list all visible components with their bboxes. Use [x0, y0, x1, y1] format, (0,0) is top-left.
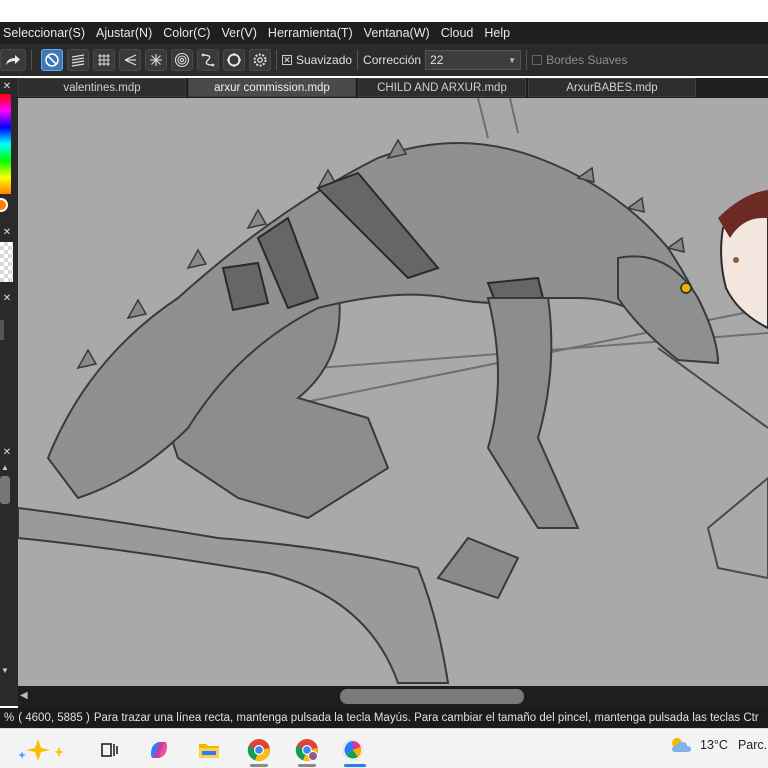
color-spectrum[interactable] — [0, 94, 11, 194]
running-indicator — [250, 764, 268, 767]
tool-options-bar: ✕ Suavizado Corrección 22 ▼ Bordes Suave… — [0, 44, 768, 76]
left-panel-strip: ✕ ✕ ✕ ✕ ▲ ▼ — [0, 78, 18, 706]
menu-item-cloud[interactable]: Cloud — [438, 26, 482, 40]
parallel-lines-icon[interactable] — [67, 49, 89, 71]
brush-preview-checker — [0, 242, 13, 282]
panel-field[interactable] — [0, 320, 4, 340]
zoom-percent: % — [4, 712, 15, 724]
ellipse-icon[interactable] — [223, 49, 245, 71]
file-explorer-icon[interactable] — [196, 737, 222, 763]
copilot-sparkle-icon[interactable] — [14, 737, 72, 763]
menu-item-help[interactable]: Help — [481, 26, 518, 40]
menu-item-seleccionar[interactable]: Seleccionar(S) — [0, 26, 93, 40]
menu-item-herramienta[interactable]: Herramienta(T) — [265, 26, 361, 40]
correction-label: Corrección — [363, 53, 422, 67]
menu-item-color[interactable]: Color(C) — [160, 26, 218, 40]
close-icon[interactable]: ✕ — [0, 80, 14, 92]
artwork-illustration — [18, 98, 768, 684]
toolbar-separator — [526, 50, 528, 70]
scroll-left-icon[interactable]: ◀ — [20, 690, 28, 701]
chevron-down-icon: ▼ — [508, 55, 517, 65]
menu-item-ver[interactable]: Ver(V) — [218, 26, 264, 40]
perspective-lines-icon[interactable] — [119, 49, 141, 71]
concentric-circles-icon[interactable] — [171, 49, 193, 71]
close-icon[interactable]: ✕ — [0, 446, 14, 458]
grid-icon[interactable] — [93, 49, 115, 71]
weather-cloud-sun-icon — [672, 738, 691, 752]
tab-valentines[interactable]: valentines.mdp — [18, 78, 186, 97]
copilot-app-icon[interactable] — [146, 737, 172, 763]
chrome-icon[interactable] — [246, 737, 272, 763]
weather-text: Parc. — [737, 738, 768, 752]
close-icon[interactable]: ✕ — [0, 226, 14, 238]
temperature: 13°C — [700, 738, 728, 752]
toolbar-separator — [357, 50, 359, 70]
tab-arxurbabes[interactable]: ArxurBABES.mdp — [528, 78, 696, 97]
medibang-paint-icon[interactable] — [340, 737, 366, 763]
horizontal-scrollbar-thumb[interactable] — [340, 689, 524, 704]
weather-widget[interactable]: 13°C Parc. — [668, 735, 767, 755]
settings-gear-icon[interactable] — [249, 49, 271, 71]
chevron-up-icon[interactable]: ▲ — [1, 463, 9, 472]
toolbar-separator — [31, 50, 32, 70]
close-icon[interactable]: ✕ — [0, 292, 14, 304]
active-app-indicator — [344, 764, 366, 767]
chevron-down-icon[interactable]: ▼ — [1, 666, 9, 675]
taskbar — [0, 728, 768, 768]
task-view-icon[interactable] — [96, 737, 122, 763]
smoothing-label: Suavizado — [296, 53, 353, 67]
redo-arrow-icon[interactable] — [0, 49, 26, 71]
menu-item-ventana[interactable]: Ventana(W) — [361, 26, 438, 40]
soft-edges-checkbox[interactable] — [532, 55, 543, 65]
correction-value: 22 — [430, 53, 444, 67]
cursor-coordinates: ( 4600, 5885 ) — [18, 712, 90, 724]
horizontal-scrollbar[interactable]: ◀ — [18, 686, 768, 708]
drawing-canvas[interactable] — [18, 98, 768, 686]
correction-select[interactable]: 22 ▼ — [425, 50, 522, 70]
vertical-scrollbar-thumb[interactable] — [0, 476, 10, 504]
chrome-profile-icon[interactable] — [294, 737, 320, 763]
tab-child-and-arxur[interactable]: CHILD AND ARXUR.mdp — [358, 78, 526, 97]
top-whitespace — [0, 0, 768, 22]
curve-icon[interactable] — [197, 49, 219, 71]
soft-edges-label: Bordes Suaves — [546, 53, 628, 67]
radial-lines-icon[interactable] — [145, 49, 167, 71]
menu-bar: Seleccionar(S) Ajustar(N) Color(C) Ver(V… — [0, 22, 768, 44]
document-tabs: valentines.mdp arxur commission.mdp CHIL… — [18, 78, 768, 98]
tab-arxur-commission[interactable]: arxur commission.mdp — [188, 78, 356, 97]
running-indicator — [298, 764, 316, 767]
status-hint: Para trazar una línea recta, mantenga pu… — [93, 712, 759, 724]
menu-item-ajustar[interactable]: Ajustar(N) — [93, 26, 160, 40]
primary-color-swatch[interactable] — [0, 198, 8, 212]
forbidden-snap-icon[interactable] — [41, 49, 63, 71]
smoothing-checkbox[interactable]: ✕ — [282, 55, 292, 65]
status-bar: % ( 4600, 5885 ) Para trazar una línea r… — [0, 708, 768, 728]
toolbar-separator — [276, 50, 277, 70]
